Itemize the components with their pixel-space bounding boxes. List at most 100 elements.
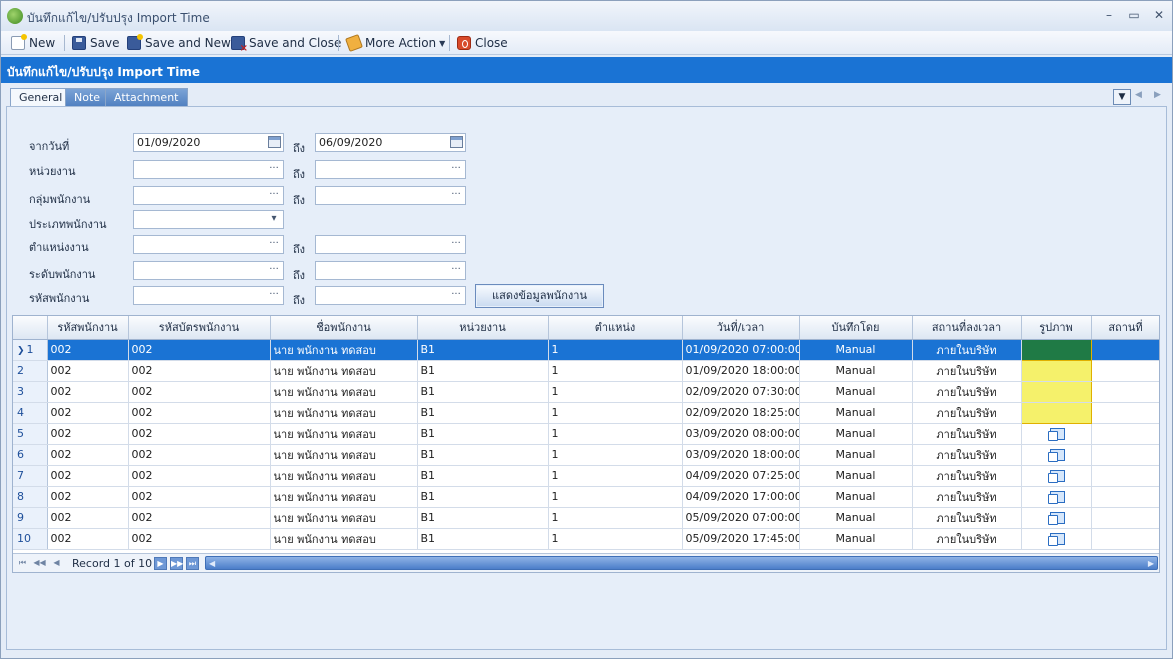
save-button[interactable]: Save: [72, 34, 119, 52]
to-date-input[interactable]: 06/09/2020: [315, 133, 466, 152]
position-cell[interactable]: 1: [548, 402, 683, 424]
place-cell[interactable]: [1091, 339, 1159, 361]
datetime-cell[interactable]: 05/09/2020 17:45:00: [682, 528, 800, 550]
photo-cell[interactable]: [1021, 507, 1092, 529]
place-cell[interactable]: [1091, 423, 1159, 445]
column-header-photo[interactable]: รูปภาพ: [1021, 316, 1092, 340]
photo-cell[interactable]: [1020, 338, 1092, 361]
column-header-datetime[interactable]: วันที่/เวลา: [682, 316, 800, 340]
photo-cell[interactable]: [1021, 423, 1092, 445]
from-date-input[interactable]: 01/09/2020: [133, 133, 284, 152]
ellipsis-button[interactable]: ···: [265, 262, 283, 279]
location-cell[interactable]: ภายในบริษัท: [912, 360, 1022, 382]
employee-code-cell[interactable]: 002: [47, 339, 129, 361]
photo-cell[interactable]: [1021, 465, 1092, 487]
recorded-by-cell[interactable]: Manual: [799, 339, 913, 361]
position-cell[interactable]: 1: [548, 444, 683, 466]
column-header-check-in-location[interactable]: สถานที่ลงเวลา: [912, 316, 1022, 340]
employee-code-cell[interactable]: 002: [47, 507, 129, 529]
photo-icon[interactable]: [1048, 428, 1065, 441]
datetime-cell[interactable]: 02/09/2020 07:30:00: [682, 381, 800, 403]
location-cell[interactable]: ภายในบริษัท: [912, 381, 1022, 403]
table-row[interactable]: 3 002 002 นาย พนักงาน ทดสอบ B1 1 02/09/2020 07…: [13, 381, 1159, 403]
ellipsis-button[interactable]: ···: [265, 236, 283, 253]
employee-name-cell[interactable]: นาย พนักงาน ทดสอบ: [270, 465, 418, 487]
maximize-icon[interactable]: ▭: [1126, 8, 1142, 22]
table-row[interactable]: 6 002 002 นาย พนักงาน ทดสอบ B1 1 03/09/2020 18…: [13, 444, 1159, 466]
column-header-department[interactable]: หน่วยงาน: [417, 316, 549, 340]
previous-record-icon[interactable]: ◀: [50, 557, 63, 570]
table-row[interactable]: ❯ 1 002 002 นาย พนักงาน ทดสอบ B1 1 01/09/2020 0…: [13, 338, 1159, 361]
minimize-icon[interactable]: –: [1101, 8, 1117, 22]
row-number-cell[interactable]: 9: [13, 507, 48, 529]
ellipsis-button[interactable]: ···: [447, 187, 465, 204]
employee-group-from-field[interactable]: ···: [133, 186, 284, 205]
ellipsis-button[interactable]: ···: [447, 236, 465, 253]
card-code-cell[interactable]: 002: [128, 339, 271, 361]
column-header-row-number[interactable]: [13, 316, 48, 340]
recorded-by-cell[interactable]: Manual: [799, 423, 913, 445]
department-cell[interactable]: B1: [417, 486, 549, 508]
recorded-by-cell[interactable]: Manual: [799, 360, 913, 382]
column-header-card-code[interactable]: รหัสบัตรพนักงาน: [128, 316, 271, 340]
place-cell[interactable]: [1091, 528, 1159, 550]
table-row[interactable]: 4 002 002 นาย พนักงาน ทดสอบ B1 1 02/09/2020 18…: [13, 402, 1159, 424]
photo-cell[interactable]: [1021, 486, 1092, 508]
department-cell[interactable]: B1: [417, 339, 549, 361]
last-record-icon[interactable]: ⏭: [186, 557, 199, 570]
column-header-position[interactable]: ตำแหน่ง: [548, 316, 683, 340]
employee-code-cell[interactable]: 002: [47, 486, 129, 508]
department-cell[interactable]: B1: [417, 444, 549, 466]
horizontal-scrollbar[interactable]: ◀ ▶: [205, 556, 1158, 570]
row-number-cell[interactable]: 5: [13, 423, 48, 445]
ellipsis-button[interactable]: ···: [265, 187, 283, 204]
employee-code-to-field[interactable]: ···: [315, 286, 466, 305]
employee-code-cell[interactable]: 002: [47, 465, 129, 487]
department-cell[interactable]: B1: [417, 360, 549, 382]
datetime-cell[interactable]: 05/09/2020 07:00:00: [682, 507, 800, 529]
position-cell[interactable]: 1: [548, 360, 683, 382]
row-number-cell[interactable]: 7: [13, 465, 48, 487]
table-row[interactable]: 10 002 002 นาย พนักงาน ทดสอบ B1 1 05/09/2020 1…: [13, 528, 1159, 550]
employee-name-cell[interactable]: นาย พนักงาน ทดสอบ: [270, 339, 418, 361]
employee-level-from-field[interactable]: ···: [133, 261, 284, 280]
department-from-field[interactable]: ···: [133, 160, 284, 179]
card-code-cell[interactable]: 002: [128, 528, 271, 550]
scroll-right-icon[interactable]: ▶: [1148, 559, 1154, 568]
tab-attachment[interactable]: Attachment: [105, 88, 188, 107]
close-button[interactable]: Close: [457, 34, 508, 52]
recorded-by-cell[interactable]: Manual: [799, 465, 913, 487]
card-code-cell[interactable]: 002: [128, 360, 271, 382]
photo-cell[interactable]: [1020, 381, 1092, 403]
card-code-cell[interactable]: 002: [128, 465, 271, 487]
department-cell[interactable]: B1: [417, 381, 549, 403]
employee-code-cell[interactable]: 002: [47, 444, 129, 466]
card-code-cell[interactable]: 002: [128, 507, 271, 529]
photo-icon[interactable]: [1048, 491, 1065, 504]
employee-name-cell[interactable]: นาย พนักงาน ทดสอบ: [270, 486, 418, 508]
employee-code-from-field[interactable]: ···: [133, 286, 284, 305]
card-code-cell[interactable]: 002: [128, 402, 271, 424]
row-number-cell[interactable]: 3: [13, 381, 48, 403]
position-cell[interactable]: 1: [548, 507, 683, 529]
recorded-by-cell[interactable]: Manual: [799, 444, 913, 466]
table-row[interactable]: 5 002 002 นาย พนักงาน ทดสอบ B1 1 03/09/2020 08…: [13, 423, 1159, 445]
scroll-left-icon[interactable]: ◀: [209, 559, 215, 568]
column-header-recorded-by[interactable]: บันทึกโดย: [799, 316, 913, 340]
employee-code-cell[interactable]: 002: [47, 528, 129, 550]
location-cell[interactable]: ภายในบริษัท: [912, 486, 1022, 508]
photo-icon[interactable]: [1048, 470, 1065, 483]
row-number-cell[interactable]: 8: [13, 486, 48, 508]
datetime-cell[interactable]: 01/09/2020 07:00:00: [682, 339, 800, 361]
first-record-icon[interactable]: ⏮: [16, 557, 29, 570]
ellipsis-button[interactable]: ···: [447, 262, 465, 279]
calendar-icon[interactable]: [450, 136, 463, 148]
employee-group-to-field[interactable]: ···: [315, 186, 466, 205]
department-cell[interactable]: B1: [417, 507, 549, 529]
tab-list-dropdown[interactable]: ▼: [1113, 89, 1131, 105]
chevron-down-icon[interactable]: ▾: [265, 211, 283, 228]
place-cell[interactable]: [1091, 486, 1159, 508]
recorded-by-cell[interactable]: Manual: [799, 528, 913, 550]
location-cell[interactable]: ภายในบริษัท: [912, 507, 1022, 529]
next-page-icon[interactable]: ▶▶: [170, 557, 183, 570]
